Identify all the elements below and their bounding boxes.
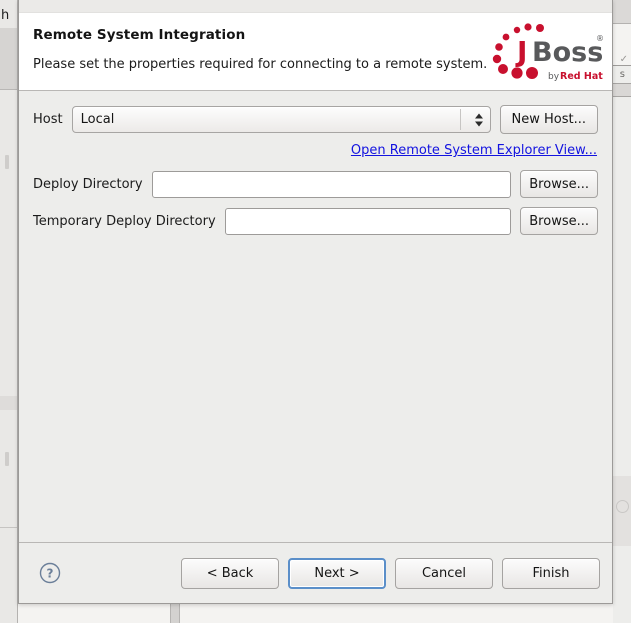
svg-text:J: J (515, 35, 527, 68)
deploy-directory-label: Deploy Directory (33, 176, 143, 192)
temporary-deploy-directory-label: Temporary Deploy Directory (33, 213, 216, 229)
host-row: Host Local New Host... (33, 105, 598, 134)
wizard-page-body: Host Local New Host... Open Remote Syste… (19, 91, 612, 542)
new-host-button[interactable]: New Host... (499, 105, 598, 134)
background-left-divider (0, 527, 17, 528)
remote-system-integration-dialog: Remote System Integration Please set the… (18, 0, 613, 604)
background-left-strip (0, 396, 17, 410)
host-combo-separator (459, 109, 461, 130)
dialog-titlebar-edge (19, 0, 612, 13)
cancel-button[interactable]: Cancel (395, 557, 493, 589)
wizard-button-bar: < Back Next > Cancel Finish (181, 557, 600, 589)
next-button[interactable]: Next > (288, 557, 386, 589)
back-button[interactable]: < Back (181, 557, 279, 589)
desktop-background: h ✓ s Remote System Integration Please s… (0, 0, 631, 623)
background-left-panel: h (0, 0, 18, 623)
background-left-sash-handle-2 (5, 452, 9, 466)
temporary-deploy-directory-input[interactable] (224, 207, 512, 235)
svg-text:?: ? (47, 567, 54, 581)
help-question-icon[interactable]: ? (39, 562, 61, 584)
host-label: Host (33, 112, 63, 127)
open-remote-system-explorer-link[interactable]: Open Remote System Explorer View... (351, 143, 597, 158)
svg-text:®: ® (596, 34, 604, 43)
background-right-tab: ✓ (613, 24, 631, 66)
jboss-logo: J Boss ® by Red Hat (484, 19, 604, 87)
background-left-sash-handle (5, 155, 9, 169)
deploy-directory-row: Deploy Directory Browse... (33, 170, 598, 198)
svg-text:Red Hat: Red Hat (560, 71, 603, 82)
wizard-header: Remote System Integration Please set the… (19, 13, 612, 91)
background-right-text: s (619, 69, 625, 80)
svg-text:Boss: Boss (532, 37, 603, 68)
background-right-band (613, 83, 631, 97)
background-right-panel: ✓ s (612, 0, 631, 623)
background-left-toolbar (0, 28, 17, 90)
background-left-text: h (1, 8, 10, 23)
temporary-deploy-directory-browse-button[interactable]: Browse... (520, 207, 598, 235)
finish-button[interactable]: Finish (502, 557, 600, 589)
host-combo[interactable]: Local (71, 106, 491, 133)
chevron-updown-icon[interactable] (474, 113, 483, 126)
deploy-directory-input[interactable] (151, 170, 512, 198)
background-right-tabstrip (613, 0, 631, 24)
background-check-icon: ✓ (619, 54, 628, 65)
temporary-deploy-directory-row: Temporary Deploy Directory Browse... (33, 207, 598, 235)
background-bottom-area (18, 604, 613, 623)
wizard-footer: ? < Back Next > Cancel Finish (19, 542, 612, 603)
svg-text:by: by (548, 72, 560, 82)
host-combo-value: Local (80, 112, 115, 127)
background-help-icon (616, 500, 629, 513)
background-bottom-sash (170, 604, 180, 623)
deploy-directory-browse-button[interactable]: Browse... (520, 170, 598, 198)
open-rse-link-row: Open Remote System Explorer View... (33, 143, 598, 158)
